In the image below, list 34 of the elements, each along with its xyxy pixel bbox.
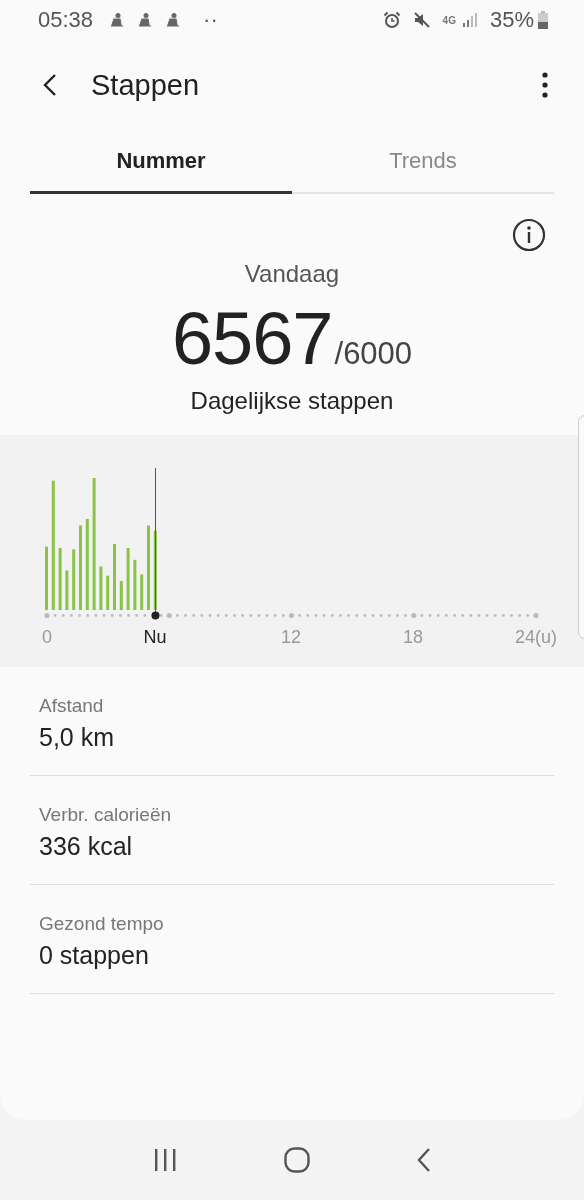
alarm-icon [382,11,401,29]
stat-label: Gezond tempo [39,913,165,935]
status-dots: ·· [203,7,218,33]
stat-label: Verbr. calorieën [39,804,173,826]
period-label: Vandaag [243,260,341,288]
axis-label: 0 [42,627,52,647]
recent-apps-icon[interactable] [153,1149,178,1171]
step-goal: /6000 [334,336,413,372]
stat-value: 0 stappen [39,941,150,970]
axis-label: 18 [403,627,423,647]
signal-icon [461,12,478,28]
steps-caption: Dagelijkse stappen [189,387,395,415]
stat-value: 336 kcal [39,832,134,861]
figure-icon [165,12,182,28]
axis-label: Nu [143,627,167,647]
battery-percent: 35% [489,7,534,33]
axis-label: 12 [281,627,301,647]
stat-label: Afstand [39,695,105,717]
figure-icon [137,12,154,28]
back-icon[interactable] [43,73,57,97]
more-icon[interactable] [542,72,548,98]
figure-icon [109,12,126,28]
step-count: 6567 [171,296,333,381]
axis-label: 24(u) [515,627,557,647]
back-nav-icon[interactable] [416,1148,431,1172]
info-icon[interactable] [512,218,546,252]
battery-icon [538,11,548,29]
status-time: 05:38 [38,7,94,33]
network-label: 4G [442,14,456,26]
mute-icon [412,11,431,29]
tab[interactable]: Nummer [30,130,292,194]
home-icon[interactable] [284,1147,310,1173]
stat-value: 5,0 km [39,723,116,752]
page-title: Stappen [91,68,201,102]
